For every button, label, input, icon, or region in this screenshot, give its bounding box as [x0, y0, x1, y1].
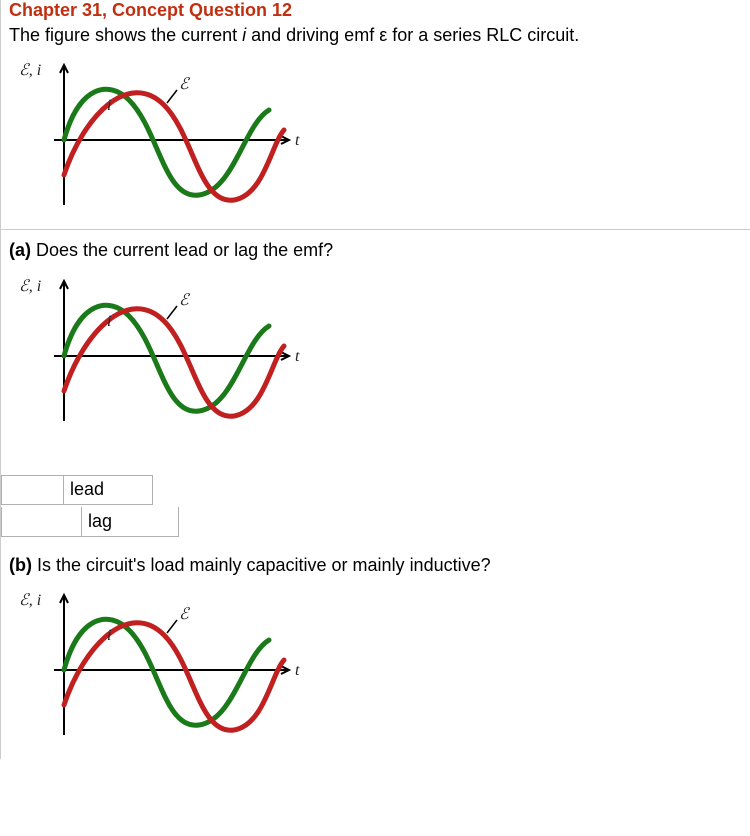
part-a-question: (a) Does the current lead or lag the emf…	[9, 238, 750, 262]
curve-i-label: i	[107, 97, 111, 114]
x-axis-label: t	[295, 132, 300, 149]
part-b-label: (b)	[9, 555, 32, 575]
intro-rest: and driving emf ε for a series RLC circu…	[246, 25, 579, 45]
curve-emf-label: ℰ	[179, 606, 191, 623]
part-b-text: Is the circuit's load mainly capacitive …	[32, 555, 491, 575]
curve-i-label: i	[107, 627, 111, 644]
y-axis-label: ℰ, i	[19, 62, 41, 79]
x-axis-label: t	[295, 662, 300, 679]
curve-i-label: i	[107, 313, 111, 330]
rlc-waveform-figure: ℰ, i t i ℰ	[9, 55, 309, 225]
figure-part-a: ℰ, i t i ℰ	[1, 271, 750, 445]
answer-selector-lead[interactable]	[1, 475, 63, 505]
rlc-waveform-figure-a: ℰ, i t i ℰ	[9, 271, 309, 441]
chapter-title: Chapter 31, Concept Question 12	[9, 0, 750, 21]
x-axis-label: t	[295, 348, 300, 365]
part-b-question: (b) Is the circuit's load mainly capacit…	[9, 553, 750, 577]
part-a-label: (a)	[9, 240, 31, 260]
figure-top: ℰ, i t i ℰ	[1, 55, 750, 230]
answer-label-lead: lead	[63, 475, 153, 505]
y-axis-label: ℰ, i	[19, 592, 41, 609]
intro-prefix: The figure shows the current	[9, 25, 242, 45]
rlc-waveform-figure-b: ℰ, i t i ℰ	[9, 585, 309, 755]
intro-text: The figure shows the current i and drivi…	[9, 23, 750, 47]
curve-emf-label: ℰ	[179, 76, 191, 93]
answer-options: lead lag	[9, 475, 750, 539]
y-axis-label: ℰ, i	[19, 278, 41, 295]
figure-part-b: ℰ, i t i ℰ	[1, 585, 750, 759]
answer-label-lag: lag	[81, 507, 179, 537]
answer-selector-lag[interactable]	[1, 507, 81, 537]
curve-emf-label: ℰ	[179, 292, 191, 309]
part-a-text: Does the current lead or lag the emf?	[31, 240, 333, 260]
